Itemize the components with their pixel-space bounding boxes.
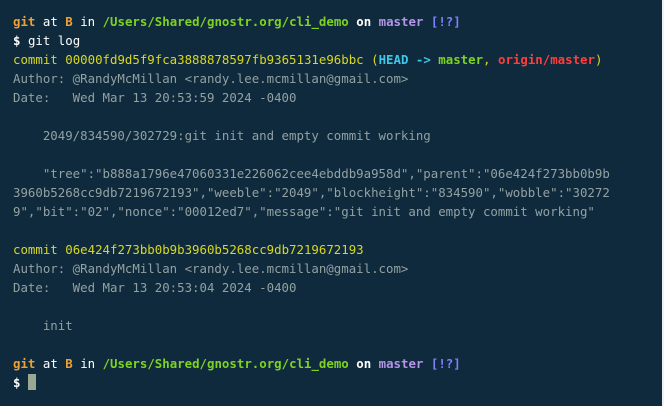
input-sigil: $ xyxy=(13,375,21,390)
refs-open: ( xyxy=(371,52,379,67)
prompt-branch-letter: B xyxy=(65,356,73,371)
commit-label: commit xyxy=(13,52,58,67)
commit-date: Date: Wed Mar 13 20:53:04 2024 -0400 xyxy=(13,280,297,295)
commit-subject: 2049/834590/302729:git init and empty co… xyxy=(13,128,431,143)
input-line[interactable]: $ xyxy=(13,373,664,392)
prompt-branch-letter: B xyxy=(65,14,73,29)
command-sigil: $ xyxy=(13,33,21,48)
prompt-on: on xyxy=(356,14,372,29)
prompt-branch: master xyxy=(378,356,424,371)
commit-hash: 06e424f273bb0b9b3960b5268cc9db7219672193 xyxy=(65,242,364,257)
commit-hash: 00000fd9d5f9fca3888878597fb9365131e96bbc xyxy=(65,52,364,67)
prompt-path: /Users/Shared/gnostr.org/cli_demo xyxy=(102,356,349,371)
refs-close: ) xyxy=(594,52,603,67)
prompt-in: in xyxy=(80,356,96,371)
prompt-cmd: git xyxy=(13,14,36,29)
terminal-window[interactable]: git at B in /Users/Shared/gnostr.org/cli… xyxy=(0,0,664,406)
prompt-branch: master xyxy=(378,14,424,29)
commit-header: commit 00000fd9d5f9fca3888878597fb936513… xyxy=(13,50,664,69)
prompt-on: on xyxy=(356,356,372,371)
commit-label: commit xyxy=(13,242,58,257)
head-arrow: -> xyxy=(415,52,431,67)
head-ref: HEAD xyxy=(378,52,409,67)
commit-header: commit 06e424f273bb0b9b3960b5268cc9db721… xyxy=(13,240,664,259)
prompt-cmd: git xyxy=(13,356,36,371)
command-text: git log xyxy=(27,33,81,48)
prompt-at: at xyxy=(42,356,58,371)
prompt-path: /Users/Shared/gnostr.org/cli_demo xyxy=(102,14,349,29)
commit-body-line: 3960b5268cc9db7219672193","weeble":"2049… xyxy=(13,185,610,200)
commit-date: Date: Wed Mar 13 20:53:59 2024 -0400 xyxy=(13,90,297,105)
prompt-line: git at B in /Users/Shared/gnostr.org/cli… xyxy=(13,354,664,373)
local-branch-ref: master xyxy=(438,52,484,67)
refs-comma: , xyxy=(483,52,491,67)
prompt-status: [!?] xyxy=(430,356,461,371)
prompt-status: [!?] xyxy=(430,14,461,29)
commit-body-line: 9","bit":"02","nonce":"00012ed7","messag… xyxy=(13,204,595,219)
commit-body-line: "tree":"b888a1796e47060331e226062cee4ebd… xyxy=(13,166,610,181)
commit-author: Author: @RandyMcMillan <randy.lee.mcmill… xyxy=(13,71,409,86)
text-cursor xyxy=(27,374,36,390)
commit-author: Author: @RandyMcMillan <randy.lee.mcmill… xyxy=(13,261,409,276)
remote-branch-ref: origin/master xyxy=(497,52,595,67)
prompt-at: at xyxy=(42,14,58,29)
command-line: $ git log xyxy=(13,31,664,50)
commit-subject: init xyxy=(13,318,73,333)
prompt-in: in xyxy=(80,14,96,29)
prompt-line: git at B in /Users/Shared/gnostr.org/cli… xyxy=(13,12,664,31)
